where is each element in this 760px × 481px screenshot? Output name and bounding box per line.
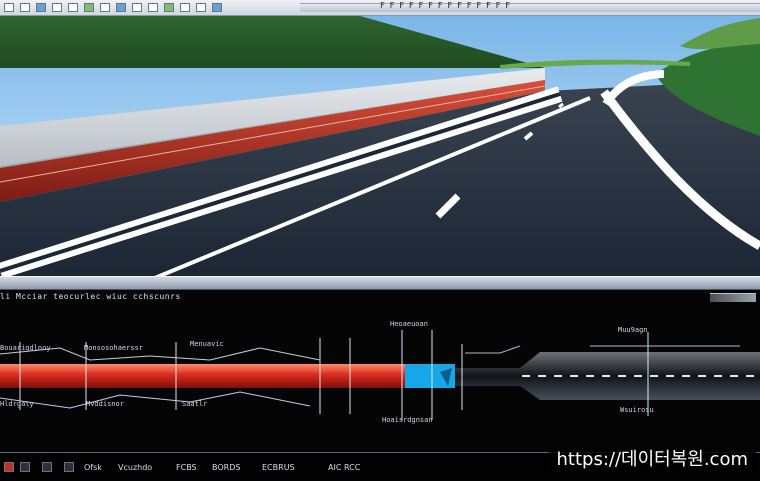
road-scene: [0, 16, 760, 280]
watermark-url: https://데이터복원.com: [548, 448, 756, 472]
plan-label-7: Mvddisnor: [86, 400, 124, 408]
render-icon[interactable]: [164, 3, 174, 12]
plan-label-4: Heoaeuoan: [390, 320, 428, 328]
error-icon[interactable]: [4, 462, 14, 472]
top-toolbar: F F F F F F F F F F F F F F: [0, 0, 760, 16]
new-file-icon[interactable]: [4, 3, 14, 12]
status-item-6[interactable]: AIC RCC: [328, 463, 360, 472]
snap-status-icon[interactable]: [64, 462, 74, 472]
plan-label-6: Hldrgaty: [0, 400, 34, 408]
plan-header-control[interactable]: [710, 293, 756, 302]
layer-status-icon[interactable]: [20, 462, 30, 472]
plan-label-8: Saatlr: [182, 400, 208, 408]
plan-label-9: Hoaisrdgnsan: [382, 416, 433, 424]
plan-drawing: [0, 330, 760, 420]
cursor-icon[interactable]: [100, 3, 110, 12]
viewport-splitter[interactable]: [0, 276, 760, 290]
pan-icon[interactable]: [132, 3, 142, 12]
toolbar-title: F F F F F F F F F F F F F F: [380, 1, 511, 10]
grid-icon[interactable]: [196, 3, 206, 12]
measure-icon[interactable]: [180, 3, 190, 12]
red-road-section: [0, 364, 405, 388]
status-item-1[interactable]: Ofsk: [84, 463, 102, 472]
right-reference-line: [465, 345, 740, 354]
status-item-5[interactable]: ECBRUS: [262, 463, 295, 472]
road-3d-viewport[interactable]: [0, 16, 760, 280]
status-item-3[interactable]: FCBS: [176, 463, 197, 472]
plan-label-5: Muu9agn: [618, 326, 648, 334]
save-icon[interactable]: [36, 3, 46, 12]
plan-label-2: Monsosohaerssr: [84, 344, 144, 352]
plan-view-panel[interactable]: li Mcciar teocurlec wiuc cchscunrs Bouar…: [0, 290, 760, 452]
lower-profile-line: [0, 391, 311, 409]
toolbar-strip: [300, 3, 760, 12]
plan-label-3: Menuavic: [190, 340, 224, 348]
plan-view-header: li Mcciar teocurlec wiuc cchscunrs: [0, 292, 181, 301]
zoom-icon[interactable]: [116, 3, 126, 12]
plan-label-1: Bouarigdlnoy: [0, 344, 51, 352]
plan-label-10: Wsuirosu: [620, 406, 654, 414]
print-icon[interactable]: [52, 3, 62, 12]
rotate-icon[interactable]: [148, 3, 158, 12]
settings-icon[interactable]: [212, 3, 222, 12]
copy-icon[interactable]: [68, 3, 78, 12]
open-file-icon[interactable]: [20, 3, 30, 12]
status-item-2[interactable]: Vcuzhdo: [118, 463, 152, 472]
grid-status-icon[interactable]: [42, 462, 52, 472]
status-item-4[interactable]: BORDS: [212, 463, 240, 472]
layer-icon[interactable]: [84, 3, 94, 12]
